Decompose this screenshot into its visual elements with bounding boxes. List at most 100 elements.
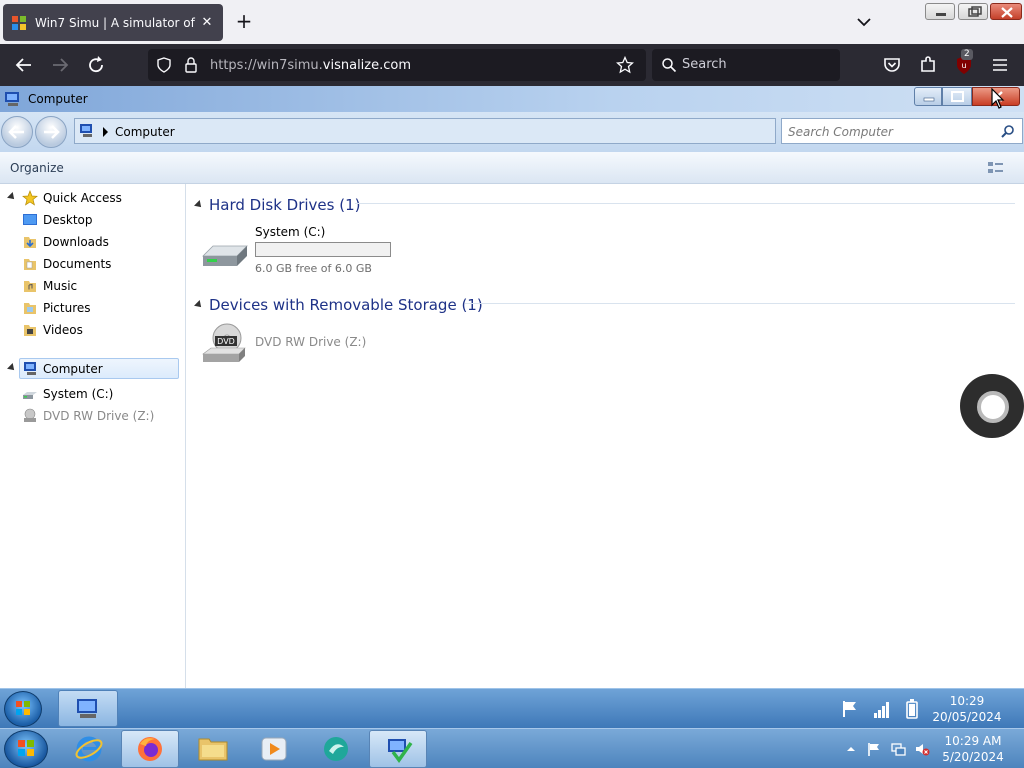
group-title: Hard Disk Drives (1) xyxy=(209,196,361,214)
nav-item-system-drive[interactable]: System (C:) xyxy=(0,384,186,404)
teal-app-icon xyxy=(324,737,348,761)
assistive-touch-button[interactable] xyxy=(960,374,1024,438)
network-icon[interactable] xyxy=(890,741,906,757)
bookmark-star-icon[interactable] xyxy=(616,56,634,74)
group-title: Devices with Removable Storage (1) xyxy=(209,296,483,314)
taskbar-internet-explorer[interactable] xyxy=(60,730,118,768)
nav-item-label: Documents xyxy=(43,257,112,271)
expand-arrow-icon[interactable] xyxy=(7,363,17,373)
back-arrow-icon[interactable] xyxy=(12,53,36,77)
hard-disk-group-header[interactable]: Hard Disk Drives (1) xyxy=(194,196,361,214)
hard-drive-icon xyxy=(23,392,37,399)
clock-date: 5/20/2024 xyxy=(942,750,1004,764)
browser-toolbar: https://win7simu.visnalize.com Search u … xyxy=(0,44,1024,86)
taskbar-app[interactable] xyxy=(307,730,365,768)
explorer-forward-button[interactable] xyxy=(35,116,67,148)
nav-item-dvd-drive[interactable]: DVD RW Drive (Z:) xyxy=(0,406,186,426)
ublock-extension-button[interactable]: u 2 xyxy=(952,49,976,77)
tab-close-icon[interactable]: ✕ xyxy=(199,15,215,30)
taskbar-media-player[interactable] xyxy=(245,730,303,768)
search-icon xyxy=(662,58,677,73)
dvd-drive-item[interactable]: DVD DVD RW Drive (Z:) xyxy=(197,320,397,366)
show-hidden-icons-icon[interactable] xyxy=(843,741,859,757)
mouse-cursor-icon xyxy=(991,88,1005,109)
explorer-search-input[interactable]: Search Computer xyxy=(781,118,1023,144)
battery-icon[interactable] xyxy=(904,698,920,720)
list-tabs-chevron-icon[interactable] xyxy=(854,12,874,32)
host-minimize-button[interactable] xyxy=(925,3,955,20)
taskbar-firefox[interactable] xyxy=(121,730,179,768)
browser-search-box[interactable]: Search xyxy=(652,49,840,81)
organize-button[interactable]: Organize xyxy=(10,161,64,175)
signal-strength-icon[interactable] xyxy=(872,699,892,719)
nav-item-pictures[interactable]: Pictures xyxy=(0,298,186,318)
search-icon[interactable] xyxy=(1001,124,1015,138)
host-restore-button[interactable] xyxy=(958,3,988,20)
start-orb-button[interactable] xyxy=(4,691,42,727)
nav-item-videos[interactable]: Videos xyxy=(0,320,186,340)
view-options-icon[interactable] xyxy=(987,160,1005,176)
nav-quick-access[interactable]: Quick Access xyxy=(0,188,186,208)
nav-item-documents[interactable]: Documents xyxy=(0,254,186,274)
forward-arrow-icon[interactable] xyxy=(48,53,72,77)
address-bar[interactable]: Computer xyxy=(74,118,776,144)
system-drive-item[interactable]: System (C:) 6.0 GB free of 6.0 GB xyxy=(197,222,407,280)
menu-hamburger-icon[interactable] xyxy=(988,53,1012,77)
browser-tab[interactable]: Win7 Simu | A simulator of Win ✕ xyxy=(3,4,223,41)
simulated-taskbar: 10:29 20/05/2024 xyxy=(0,688,1024,728)
extensions-puzzle-icon[interactable] xyxy=(916,53,940,77)
pictures-folder-icon xyxy=(24,303,36,314)
dvd-drive-icon: DVD xyxy=(202,323,246,362)
desktop-icon xyxy=(23,214,37,225)
firefox-icon xyxy=(138,737,162,761)
lock-icon[interactable] xyxy=(184,57,198,73)
drive-free-space: 6.0 GB free of 6.0 GB xyxy=(255,262,372,275)
expand-arrow-icon[interactable] xyxy=(7,192,17,202)
taskbar-explorer-button[interactable] xyxy=(58,690,118,727)
group-divider xyxy=(465,303,1015,304)
nav-item-computer[interactable]: Computer xyxy=(7,358,179,379)
taskbar-file-explorer[interactable] xyxy=(183,730,241,768)
back-arrow-icon xyxy=(8,125,24,139)
host-start-button[interactable] xyxy=(4,730,48,768)
win7simu-icon xyxy=(388,739,413,763)
explorer-back-button[interactable] xyxy=(1,116,33,148)
documents-folder-icon xyxy=(24,259,36,270)
taskbar-win7simu[interactable] xyxy=(369,730,427,768)
star-icon xyxy=(22,190,38,206)
clock-date: 20/05/2024 xyxy=(932,710,1002,724)
videos-folder-icon xyxy=(24,325,36,336)
command-bar: Organize xyxy=(0,152,1024,184)
url-bar[interactable]: https://win7simu.visnalize.com xyxy=(148,49,646,81)
address-toolbar: Computer Search Computer xyxy=(0,112,1024,152)
tab-title: Win7 Simu | A simulator of Win xyxy=(35,15,199,30)
nav-item-desktop[interactable]: Desktop xyxy=(0,210,186,230)
nav-item-downloads[interactable]: Downloads xyxy=(0,232,186,252)
new-tab-icon[interactable]: + xyxy=(233,11,255,33)
clock-time: 10:29 AM xyxy=(944,734,1002,748)
host-close-button[interactable] xyxy=(990,3,1022,20)
clock-time: 10:29 xyxy=(949,694,985,708)
collapse-arrow-icon xyxy=(194,300,204,310)
nav-item-label: System (C:) xyxy=(43,387,114,401)
pocket-icon[interactable] xyxy=(880,53,904,77)
action-center-flag-icon[interactable] xyxy=(866,741,882,757)
explorer-maximize-button[interactable] xyxy=(942,87,972,106)
svg-text:DVD: DVD xyxy=(217,337,235,346)
nav-item-music[interactable]: Music xyxy=(0,276,186,296)
nav-item-label: Pictures xyxy=(43,301,91,315)
reload-icon[interactable] xyxy=(84,53,108,77)
volume-muted-icon[interactable] xyxy=(914,741,930,757)
removable-group-header[interactable]: Devices with Removable Storage (1) xyxy=(194,296,483,314)
tracking-shield-icon[interactable] xyxy=(156,57,172,73)
action-center-flag-icon[interactable] xyxy=(840,699,860,719)
breadcrumb-chevron-icon[interactable] xyxy=(103,127,109,137)
explorer-minimize-button[interactable] xyxy=(914,87,942,106)
computer-icon xyxy=(80,124,92,137)
nav-item-label: Desktop xyxy=(43,213,93,227)
folder-icon xyxy=(198,738,228,761)
explorer-title-bar[interactable]: Computer xyxy=(0,86,1024,112)
simulated-clock[interactable]: 10:29 20/05/2024 xyxy=(922,693,1012,725)
host-clock[interactable]: 10:29 AM 5/20/2024 xyxy=(938,733,1008,765)
drive-name: System (C:) xyxy=(255,225,326,239)
